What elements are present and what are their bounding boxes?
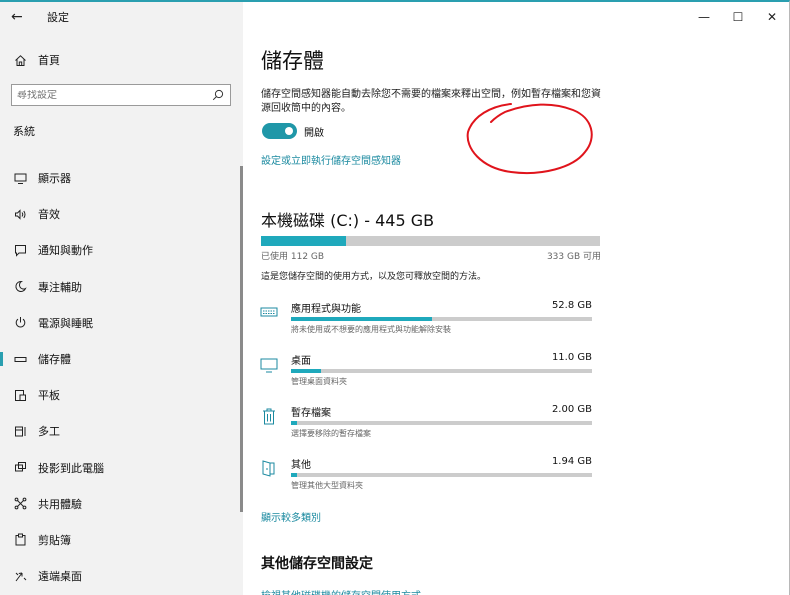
sidebar-item-tablet[interactable]: 平板 bbox=[0, 377, 243, 413]
monitor-icon bbox=[13, 171, 27, 185]
maximize-button[interactable]: ☐ bbox=[721, 2, 755, 32]
category-fill bbox=[291, 421, 298, 425]
sidebar-item-multitasking[interactable]: 多工 bbox=[0, 413, 243, 449]
sidebar-item-label: 共用體驗 bbox=[38, 497, 82, 511]
sidebar-item-display[interactable]: 顯示器 bbox=[0, 160, 243, 196]
sidebar-item-remote-desktop[interactable]: 遠端桌面 bbox=[0, 558, 243, 594]
power-icon bbox=[13, 316, 27, 330]
sidebar-item-clipboard[interactable]: 剪貼簿 bbox=[0, 522, 243, 558]
share-icon bbox=[13, 497, 27, 511]
category-description: 管理桌面資料夾 bbox=[291, 377, 347, 386]
sidebar-item-notifications[interactable]: 通知與動作 bbox=[0, 232, 243, 268]
sidebar-item-label: 首頁 bbox=[38, 54, 60, 67]
category-apps[interactable]: 應用程式與功能 52.8 GB 將未使用或不想要的應用程式與功能解除安裝 bbox=[259, 300, 594, 340]
search-input[interactable] bbox=[12, 89, 202, 101]
sidebar-item-label: 通知與動作 bbox=[38, 244, 93, 258]
clipboard-icon bbox=[13, 533, 27, 547]
category-fill bbox=[291, 473, 298, 477]
main-content: — ☐ ✕ 儲存體 儲存空間感知器能自動去除您不需要的檔案來釋出空間，例如暫存檔… bbox=[243, 2, 789, 595]
toggle-state-label: 開啟 bbox=[304, 128, 324, 139]
category-name: 其他 bbox=[291, 460, 311, 471]
storage-icon bbox=[13, 352, 27, 366]
sidebar-item-label: 儲存體 bbox=[38, 353, 71, 367]
other-settings-heading: 其他儲存空間設定 bbox=[261, 556, 373, 572]
free-space-label: 333 GB 可用 bbox=[546, 252, 601, 262]
category-bar bbox=[291, 369, 592, 373]
page-title: 儲存體 bbox=[261, 49, 324, 73]
category-size: 1.94 GB bbox=[551, 456, 592, 467]
category-temp-files[interactable]: 暫存檔案 2.00 GB 選擇要移除的暫存檔案 bbox=[259, 404, 594, 444]
category-fill bbox=[291, 317, 433, 321]
used-space-label: 已使用 112 GB bbox=[261, 252, 325, 262]
sidebar-item-home[interactable]: 首頁 bbox=[0, 48, 243, 72]
category-size: 11.0 GB bbox=[551, 352, 592, 363]
view-other-drives-link[interactable]: 檢視其他磁碟機的儲存空間使用方式 bbox=[261, 587, 421, 595]
storage-sense-toggle[interactable] bbox=[262, 123, 297, 139]
show-more-categories-link[interactable]: 顯示較多類別 bbox=[261, 509, 321, 524]
home-icon bbox=[13, 53, 27, 67]
close-button[interactable]: ✕ bbox=[755, 2, 789, 32]
speaker-icon bbox=[13, 207, 27, 221]
sidebar-item-sound[interactable]: 音效 bbox=[0, 196, 243, 232]
sidebar-item-label: 投影到此電腦 bbox=[38, 461, 104, 475]
tablet-icon bbox=[13, 388, 27, 402]
drive-title: 本機磁碟 (C:) - 445 GB bbox=[261, 211, 435, 230]
drive-usage-bar bbox=[261, 236, 600, 246]
sidebar-item-label: 平板 bbox=[38, 389, 60, 403]
sidebar-item-label: 顯示器 bbox=[38, 172, 71, 186]
category-fill bbox=[291, 369, 322, 373]
moon-icon bbox=[13, 280, 27, 294]
category-size: 52.8 GB bbox=[551, 300, 592, 311]
category-bar bbox=[291, 473, 592, 477]
sidebar-item-label: 電源與睡眠 bbox=[38, 316, 93, 330]
category-size: 2.00 GB bbox=[551, 404, 592, 415]
project-icon bbox=[13, 461, 27, 475]
category-bar bbox=[291, 317, 592, 321]
trash-icon bbox=[263, 408, 275, 425]
section-heading: 系統 bbox=[13, 125, 35, 138]
sidebar-item-label: 多工 bbox=[38, 425, 60, 439]
sidebar-item-power-sleep[interactable]: 電源與睡眠 bbox=[0, 305, 243, 341]
multitask-icon bbox=[13, 424, 27, 438]
sidebar-item-shared-experiences[interactable]: 共用體驗 bbox=[0, 486, 243, 522]
folder-icon bbox=[262, 460, 275, 477]
remote-icon bbox=[13, 569, 27, 583]
category-name: 暫存檔案 bbox=[291, 408, 331, 419]
back-arrow-icon[interactable]: ← bbox=[11, 9, 31, 25]
category-name: 應用程式與功能 bbox=[291, 304, 361, 315]
category-description: 將未使用或不想要的應用程式與功能解除安裝 bbox=[291, 325, 451, 334]
sidebar-item-label: 專注輔助 bbox=[38, 280, 82, 294]
search-icon[interactable] bbox=[212, 89, 224, 101]
category-bar bbox=[291, 421, 592, 425]
storage-sense-description: 儲存空間感知器能自動去除您不需要的檔案來釋出空間，例如暫存檔案和您資源回收筒中的… bbox=[261, 89, 601, 114]
usage-note: 這是您儲存空間的使用方式，以及您可釋放空間的方法。 bbox=[261, 272, 487, 282]
apps-icon bbox=[260, 307, 278, 317]
minimize-button[interactable]: — bbox=[687, 2, 721, 32]
sidebar-item-storage[interactable]: 儲存體 bbox=[0, 341, 243, 377]
title-bar: ← 設定 bbox=[0, 2, 243, 32]
category-other[interactable]: 其他 1.94 GB 管理其他大型資料夾 bbox=[259, 456, 594, 496]
category-desktop[interactable]: 桌面 11.0 GB 管理桌面資料夾 bbox=[259, 352, 594, 392]
configure-storage-sense-link[interactable]: 設定或立即執行儲存空間感知器 bbox=[261, 152, 401, 167]
category-name: 桌面 bbox=[291, 356, 311, 367]
sidebar-item-focus-assist[interactable]: 專注輔助 bbox=[0, 269, 243, 305]
sidebar-item-label: 剪貼簿 bbox=[38, 533, 71, 547]
category-description: 管理其他大型資料夾 bbox=[291, 481, 363, 490]
category-description: 選擇要移除的暫存檔案 bbox=[291, 429, 371, 438]
sidebar-item-label: 遠端桌面 bbox=[38, 570, 82, 584]
desktop-icon bbox=[260, 358, 278, 373]
drive-usage-fill bbox=[261, 236, 347, 246]
sidebar: ← 設定 首頁 系統 顯示器 音效 通知與動作 bbox=[0, 2, 243, 595]
sidebar-nav: 顯示器 音效 通知與動作 專注輔助 電源與睡眠 儲存體 平板 多工 投影到此電腦… bbox=[0, 160, 243, 594]
app-title: 設定 bbox=[47, 11, 69, 24]
settings-window: ← 設定 首頁 系統 顯示器 音效 通知與動作 bbox=[0, 0, 790, 595]
sidebar-item-projecting[interactable]: 投影到此電腦 bbox=[0, 450, 243, 486]
notification-icon bbox=[13, 243, 27, 257]
search-box[interactable] bbox=[11, 84, 231, 106]
window-controls: — ☐ ✕ bbox=[687, 2, 789, 32]
toggle-knob bbox=[285, 127, 293, 135]
sidebar-item-label: 音效 bbox=[38, 208, 60, 222]
